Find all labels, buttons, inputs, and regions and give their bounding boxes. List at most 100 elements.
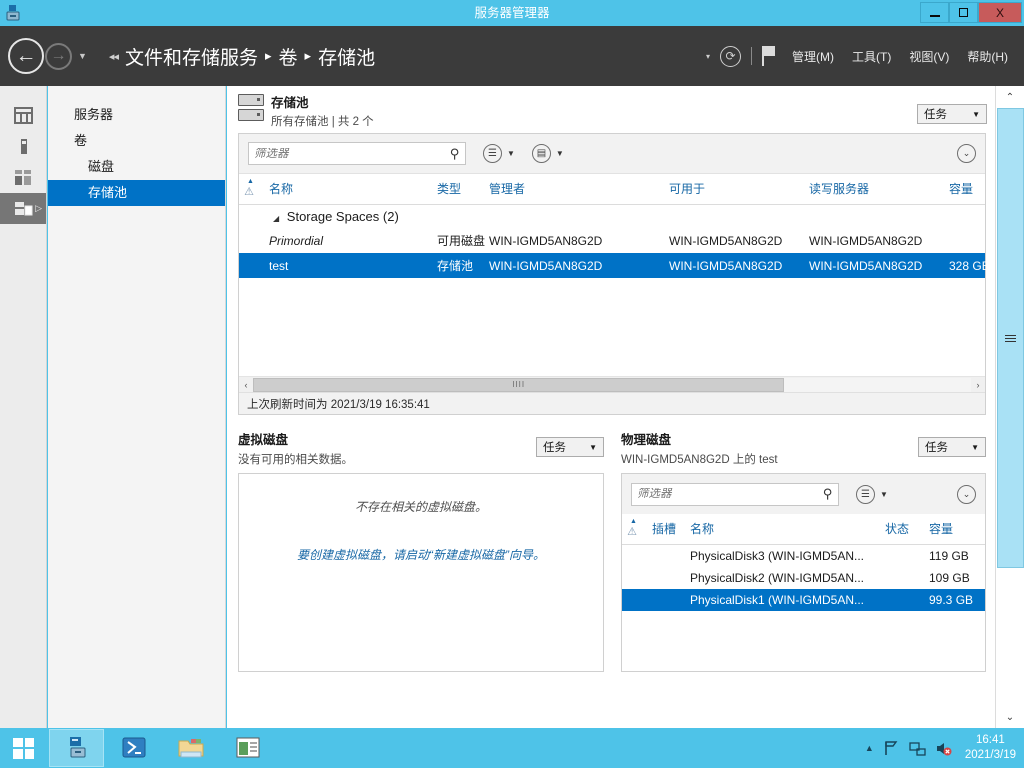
list-view-icon[interactable]: ☰ <box>483 144 502 163</box>
scroll-down-icon[interactable]: ⌄ <box>997 706 1024 728</box>
cell-status <box>879 589 923 611</box>
navigation-bar: ← → ▼ ◂◂ 文件和存储服务 ▸ 卷 ▸ 存储池 ▾ ⟳ 管理(M) 工具(… <box>0 26 1024 86</box>
virtual-disks-empty-state: 不存在相关的虚拟磁盘。 要创建虚拟磁盘，请启动“新建虚拟磁盘”向导。 <box>238 473 604 672</box>
search-input[interactable] <box>254 147 451 160</box>
sidebar-item-storage-pools[interactable]: 存储池 <box>48 180 225 206</box>
chevron-down-icon: ▼ <box>972 109 980 119</box>
clock[interactable]: 16:41 2021/3/19 <box>961 733 1016 763</box>
rail-expand-icon[interactable]: ▷ <box>35 203 42 214</box>
column-slot[interactable]: 插槽 <box>646 514 684 545</box>
last-refresh-status: 上次刷新时间为 2021/3/19 16:35:41 <box>239 392 985 414</box>
pools-filter-input[interactable]: ⚲ <box>248 142 466 165</box>
rail-item-local-server[interactable] <box>0 131 46 162</box>
menu-view[interactable]: 视图(V) <box>905 48 953 65</box>
history-dropdown-icon[interactable]: ▼ <box>78 51 87 61</box>
column-type[interactable]: 类型 <box>431 174 483 205</box>
list-view-icon[interactable]: ☰ <box>856 484 875 504</box>
taskbar-item-server-manager[interactable] <box>49 729 104 767</box>
window-app-icon <box>236 737 259 758</box>
breadcrumb-item-file-storage[interactable]: 文件和存储服务 <box>125 43 258 70</box>
minimize-icon <box>929 14 940 17</box>
save-query-icon[interactable]: ▤ <box>531 144 551 163</box>
column-status[interactable]: 状态 <box>879 514 923 545</box>
virtual-disks-title: 虚拟磁盘 <box>238 433 289 447</box>
column-rw-server[interactable]: 读写服务器 <box>803 174 943 205</box>
pools-tasks-button[interactable]: 任务 ▼ <box>917 104 987 124</box>
breadcrumb-item-storage-pools[interactable]: 存储池 <box>318 43 375 70</box>
physical-disks-filter-input[interactable]: ⚲ <box>631 482 839 506</box>
scroll-right-icon[interactable]: › <box>971 377 985 392</box>
breadcrumb-overflow-icon[interactable]: ◂◂ <box>109 50 119 63</box>
tray-expand-icon[interactable]: ▲ <box>865 743 874 753</box>
restore-button[interactable] <box>949 2 978 23</box>
new-virtual-disk-wizard-link[interactable]: 要创建虚拟磁盘，请启动“新建虚拟磁盘”向导。 <box>239 546 603 563</box>
virtual-disks-tasks-button[interactable]: 任务 ▼ <box>536 437 604 457</box>
taskbar-item-powershell[interactable] <box>106 729 161 767</box>
column-name[interactable]: 名称 <box>684 514 879 545</box>
sidebar-item-volumes[interactable]: 卷 <box>48 128 225 154</box>
nav-overflow-icon[interactable]: ▾ <box>706 52 710 61</box>
volume-muted-icon[interactable] <box>935 740 952 757</box>
table-header-row: ▲ ⚠ 插槽 名称 状态 容量 <box>622 514 985 545</box>
close-button[interactable]: X <box>978 2 1022 23</box>
chevron-down-icon[interactable]: ▼ <box>880 490 888 499</box>
physical-disks-header: 物理磁盘 WIN-IGMD5AN8G2D 上的 test 任务 ▼ <box>621 429 986 467</box>
column-capacity[interactable]: 容量 <box>923 514 985 545</box>
search-input[interactable] <box>637 488 824 500</box>
rail-item-all-servers[interactable] <box>0 162 46 193</box>
sidebar-item-servers[interactable]: 服务器 <box>48 102 225 128</box>
breadcrumb-separator-icon: ▸ <box>304 48 312 63</box>
back-button[interactable]: ← <box>8 38 44 74</box>
scroll-left-icon[interactable]: ‹ <box>239 377 253 392</box>
scroll-up-icon[interactable]: ⌃ <box>997 86 1024 108</box>
taskbar-item-file-explorer[interactable] <box>163 729 218 767</box>
table-group-row[interactable]: ◢ Storage Spaces (2) <box>239 205 985 229</box>
column-warning[interactable]: ▲ ⚠ <box>622 514 646 545</box>
start-button[interactable] <box>0 728 47 768</box>
scroll-thumb[interactable] <box>996 108 1024 568</box>
main-vertical-scrollbar[interactable]: ⌃ ⌄ <box>995 86 1024 728</box>
menu-manage[interactable]: 管理(M) <box>788 48 838 65</box>
chevron-down-icon[interactable]: ▼ <box>556 149 564 158</box>
chevron-down-icon: ▼ <box>589 442 597 452</box>
scroll-track[interactable] <box>996 108 1024 706</box>
forward-button[interactable]: → <box>45 42 72 70</box>
breadcrumb-item-volumes[interactable]: 卷 <box>279 43 298 70</box>
storage-pool-icon <box>238 94 264 122</box>
physical-disks-panel-expander[interactable]: ⌄ <box>957 484 976 504</box>
column-warning[interactable]: ▲ ⚠ <box>239 174 263 205</box>
network-icon[interactable] <box>909 740 926 757</box>
table-row[interactable]: PhysicalDisk2 (WIN-IGMD5AN... 109 GB <box>622 567 985 589</box>
sidebar-item-disks[interactable]: 磁盘 <box>48 154 225 180</box>
column-capacity[interactable]: 容量 <box>943 174 985 205</box>
group-collapse-icon[interactable]: ◢ <box>273 214 279 223</box>
rail-item-dashboard[interactable] <box>0 100 46 131</box>
scroll-track[interactable]: IIII <box>253 377 971 392</box>
search-icon[interactable]: ⚲ <box>823 486 833 502</box>
column-available-to[interactable]: 可用于 <box>663 174 803 205</box>
divider <box>751 47 752 65</box>
table-row[interactable]: Primordial 可用磁盘 WIN-IGMD5AN8G2D WIN-IGMD… <box>239 228 985 253</box>
rail-item-file-storage-services[interactable]: ▷ <box>0 193 46 224</box>
dashboard-icon <box>13 107 33 124</box>
table-row[interactable]: PhysicalDisk3 (WIN-IGMD5AN... 119 GB <box>622 545 985 568</box>
table-row[interactable]: PhysicalDisk1 (WIN-IGMD5AN... 99.3 GB <box>622 589 985 611</box>
pools-horizontal-scrollbar[interactable]: ‹ IIII › <box>239 376 985 392</box>
powershell-icon <box>122 737 145 758</box>
menu-tools[interactable]: 工具(T) <box>848 48 895 65</box>
notifications-flag-icon[interactable] <box>762 46 778 66</box>
minimize-button[interactable] <box>920 2 949 23</box>
refresh-icon[interactable]: ⟳ <box>720 45 741 67</box>
pools-panel-expander[interactable]: ⌄ <box>957 144 976 163</box>
column-managed-by[interactable]: 管理者 <box>483 174 663 205</box>
flag-icon[interactable] <box>883 740 900 757</box>
menu-help[interactable]: 帮助(H) <box>963 48 1012 65</box>
chevron-down-icon[interactable]: ▼ <box>507 149 515 158</box>
search-icon[interactable]: ⚲ <box>450 146 460 162</box>
physical-disks-tasks-button[interactable]: 任务 ▼ <box>918 437 986 457</box>
column-name[interactable]: 名称 <box>263 174 431 205</box>
taskbar-item-window-app[interactable] <box>220 729 275 767</box>
scroll-thumb[interactable]: IIII <box>253 377 785 392</box>
cell-available-to: WIN-IGMD5AN8G2D <box>663 253 803 278</box>
table-row[interactable]: test 存储池 WIN-IGMD5AN8G2D WIN-IGMD5AN8G2D… <box>239 253 990 278</box>
